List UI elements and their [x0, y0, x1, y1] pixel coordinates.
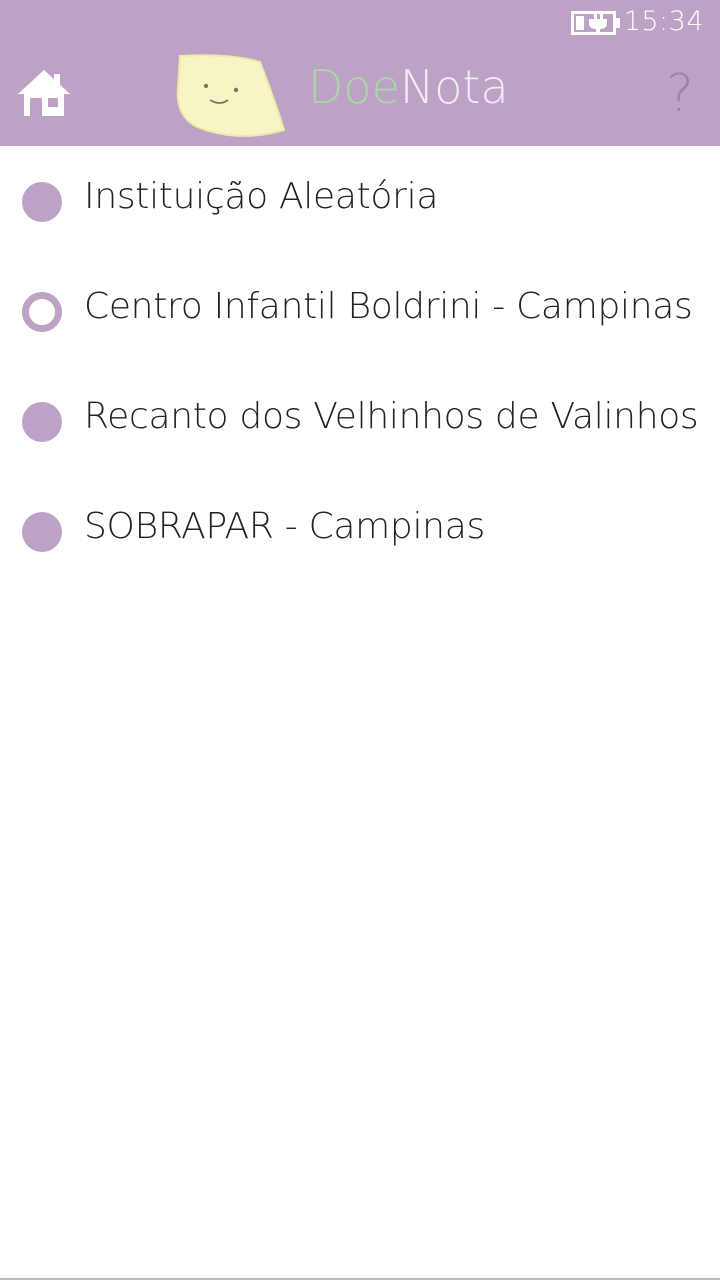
battery-charging-icon — [571, 11, 620, 35]
institution-label: SOBRAPAR - Campinas — [84, 506, 485, 547]
app-title-doe: Doe — [308, 60, 400, 114]
institution-list: Instituição Aleatória Centro Infantil Bo… — [0, 146, 720, 586]
app-title: DoeNota — [308, 64, 509, 110]
app-header: 15:34 DoeNota ? — [0, 0, 720, 146]
radio-button[interactable] — [22, 512, 62, 552]
help-button[interactable]: ? — [660, 66, 700, 122]
institution-label: Recanto dos Velhinhos de Valinhos — [84, 396, 699, 437]
radio-button-selected[interactable] — [22, 292, 62, 332]
institution-item[interactable]: SOBRAPAR - Campinas — [0, 476, 720, 586]
institution-item[interactable]: Centro Infantil Boldrini - Campinas — [0, 256, 720, 366]
page: 15:34 DoeNota ? Instituição Aleatória Ce… — [0, 0, 720, 1280]
institution-item[interactable]: Instituição Aleatória — [0, 146, 720, 256]
status-time: 15:34 — [623, 6, 704, 37]
home-icon — [18, 70, 70, 116]
institution-label: Centro Infantil Boldrini - Campinas — [84, 286, 693, 327]
institution-label: Instituição Aleatória — [84, 176, 439, 217]
radio-button[interactable] — [22, 182, 62, 222]
home-button[interactable] — [14, 66, 74, 122]
institution-item[interactable]: Recanto dos Velhinhos de Valinhos — [0, 366, 720, 476]
radio-button[interactable] — [22, 402, 62, 442]
smiling-note-icon — [176, 54, 286, 137]
app-title-nota: Nota — [399, 60, 509, 114]
